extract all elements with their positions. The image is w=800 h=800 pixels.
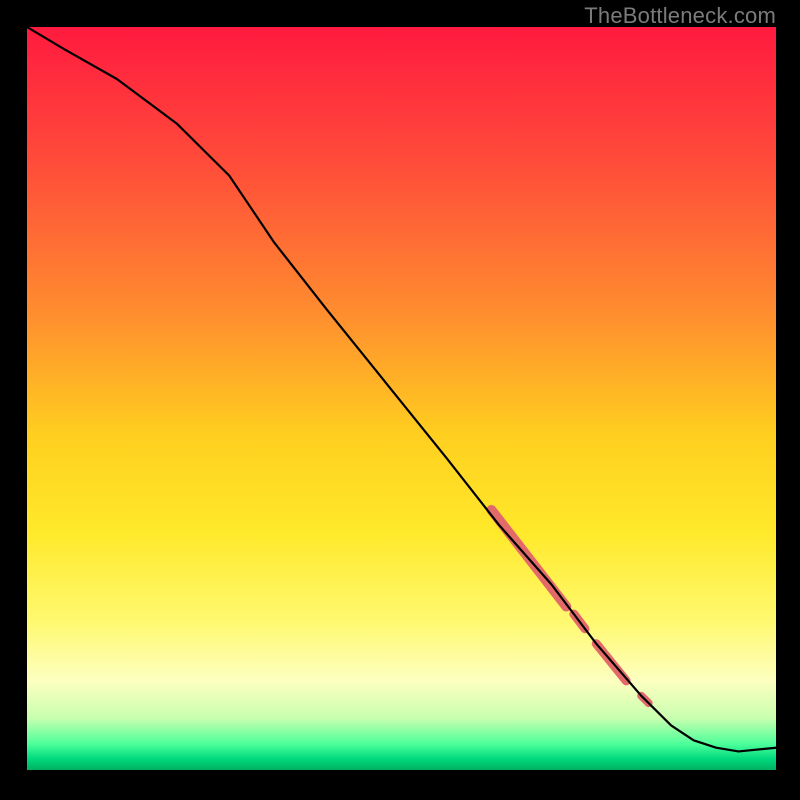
watermark-text: TheBottleneck.com (584, 3, 776, 29)
gradient-background (27, 27, 776, 770)
plot-area (27, 27, 776, 770)
chart-frame: TheBottleneck.com (0, 0, 800, 800)
plot-svg (27, 27, 776, 770)
